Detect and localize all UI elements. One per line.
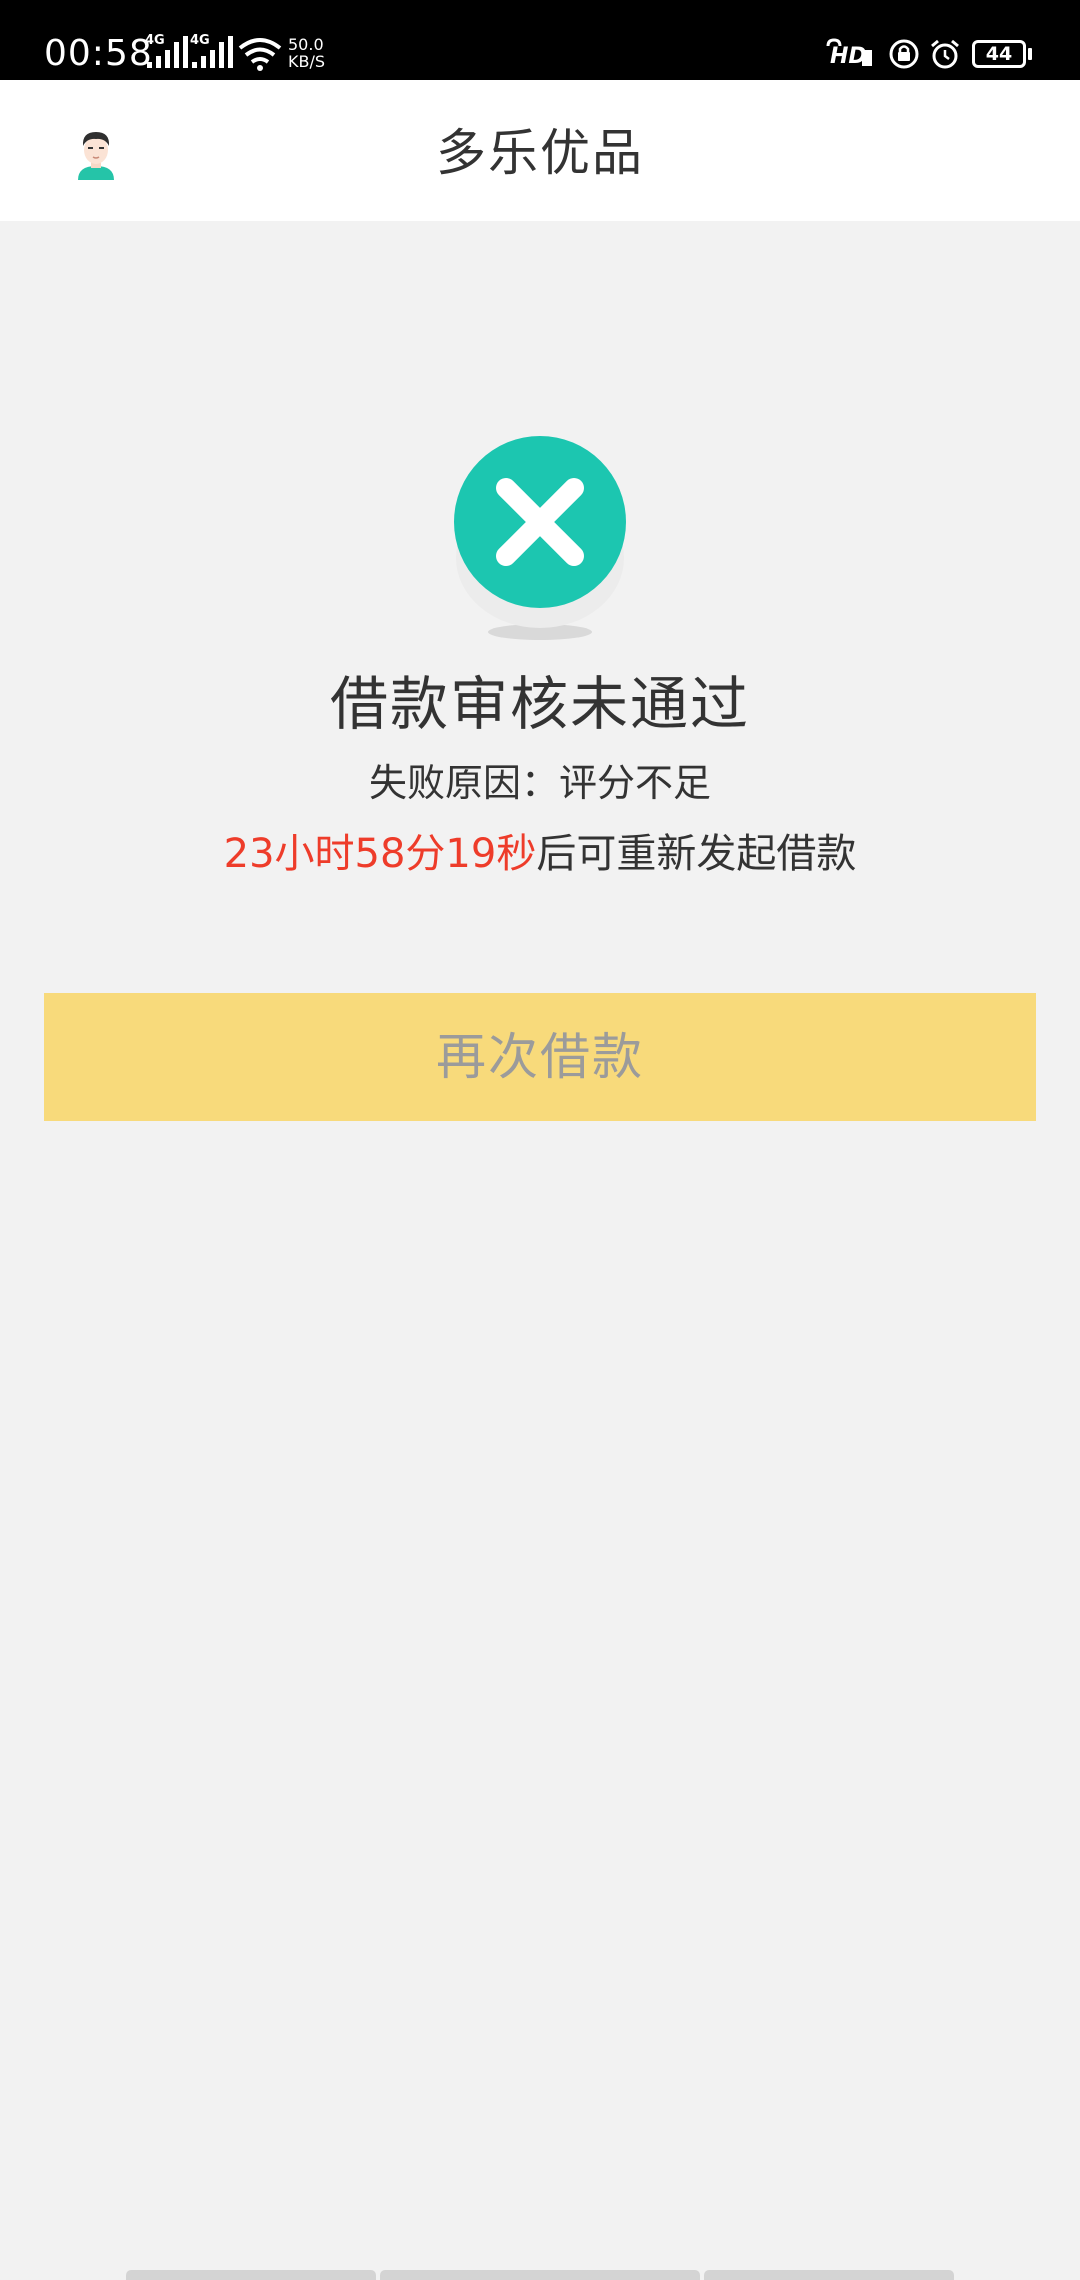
countdown-time: 23小时58分19秒	[223, 831, 537, 877]
net-speed: 50.0 KB/S	[288, 36, 340, 70]
countdown-message: 23小时58分19秒后可重新发起借款	[0, 826, 1080, 882]
nav-handle[interactable]	[126, 2270, 376, 2280]
result-title: 借款审核未通过	[329, 670, 750, 738]
hd-call-icon: HD	[826, 38, 874, 68]
battery-icon: 44	[972, 40, 1026, 68]
nav-handle[interactable]	[380, 2270, 700, 2280]
countdown-suffix: 后可重新发起借款	[536, 831, 857, 877]
net-speed-unit: KB/S	[288, 52, 326, 71]
app-bar: 多乐优品	[0, 80, 1080, 221]
nav-handle[interactable]	[704, 2270, 954, 2280]
net-speed-value: 50.0	[288, 35, 324, 54]
status-time: 00:58	[44, 33, 153, 74]
signal-icon: 4G	[145, 34, 191, 70]
lock-icon	[888, 38, 920, 70]
wifi-icon	[238, 36, 282, 72]
retry-loan-button[interactable]: 再次借款	[44, 993, 1036, 1121]
status-bar: 00:58 4G 4G 50.0 KB/S HD 44	[0, 0, 1080, 80]
hd-label: HD	[830, 44, 867, 69]
close-circle-icon	[450, 436, 630, 646]
alarm-icon	[929, 38, 961, 70]
failure-reason: 失败原因：评分不足	[368, 761, 711, 805]
page-title: 多乐优品	[436, 124, 644, 182]
battery-tip	[1028, 48, 1032, 60]
signal-icon: 4G	[190, 34, 236, 70]
